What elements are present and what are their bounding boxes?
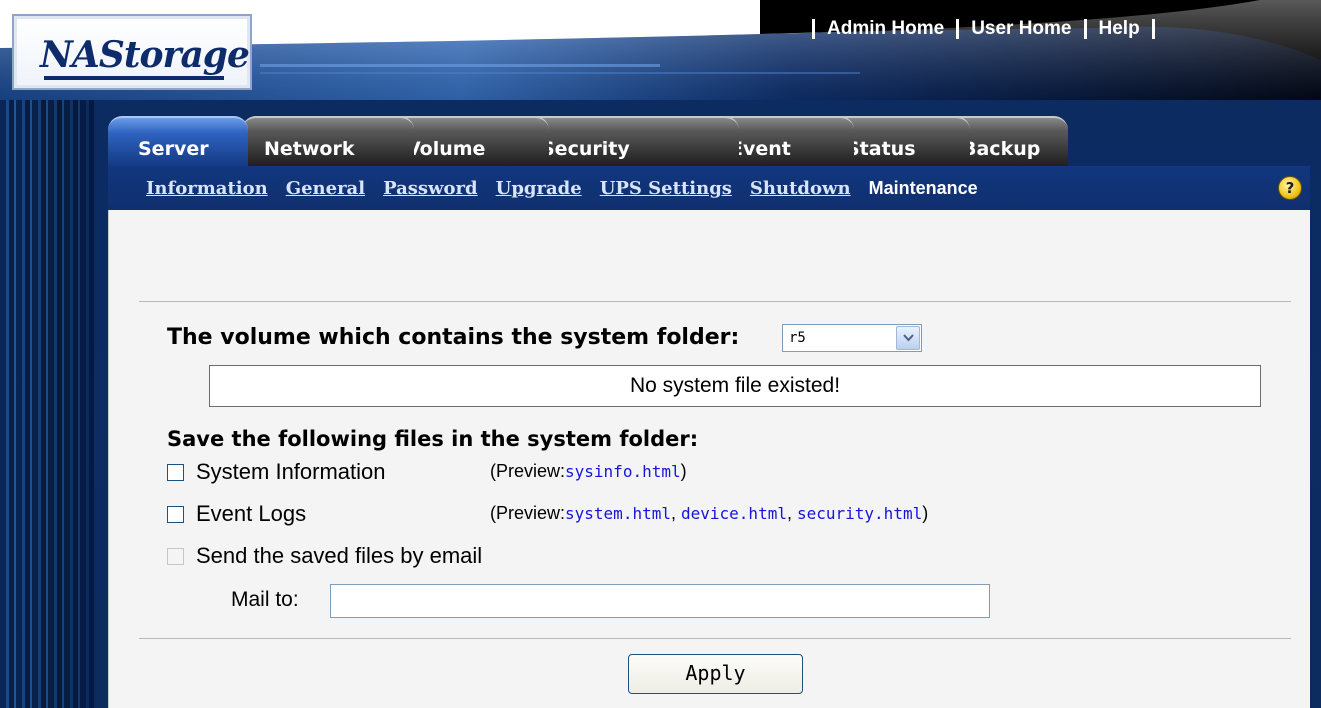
mail-to-label: Mail to:	[231, 588, 299, 611]
preview-link-device[interactable]: device.html	[681, 504, 787, 523]
separator	[812, 19, 815, 39]
header: NAStorage Admin Home User Home Help	[0, 0, 1321, 100]
left-stripe-shade	[0, 100, 94, 708]
tab-label: Backup	[962, 138, 1041, 160]
volume-select[interactable]: r5	[782, 324, 922, 352]
user-home-link[interactable]: User Home	[971, 18, 1071, 40]
tab-label: Event	[730, 138, 791, 160]
chevron-down-icon[interactable]	[896, 326, 920, 350]
subnav-password[interactable]: Password	[383, 178, 478, 199]
apply-button[interactable]: Apply	[628, 654, 803, 694]
option-label: System Information	[196, 459, 386, 484]
main-tabs: Backup Status Event Security Volume Netw…	[108, 116, 1068, 166]
admin-home-link[interactable]: Admin Home	[827, 18, 944, 40]
top-links: Admin Home User Home Help	[800, 14, 1167, 44]
preview-text: (Preview:sysinfo.html)	[490, 461, 687, 482]
tab-label: Status	[846, 138, 916, 160]
tab-label: Network	[264, 138, 355, 160]
tab-label: Volume	[406, 138, 486, 160]
tab-network[interactable]: Network	[242, 116, 414, 166]
separator	[1083, 19, 1087, 39]
subnav-information[interactable]: Information	[146, 178, 268, 199]
option-send-email: Send the saved files by email	[167, 542, 867, 570]
volume-label: The volume which contains the system fol…	[167, 325, 740, 350]
tab-security[interactable]: Security	[519, 116, 739, 166]
subnav-ups-settings[interactable]: UPS Settings	[600, 178, 732, 199]
subnav: Information General Password Upgrade UPS…	[108, 166, 1310, 210]
tab-label: Server	[138, 138, 209, 160]
mail-to-input[interactable]	[330, 584, 990, 618]
logo: NAStorage	[12, 14, 252, 90]
tab-label: Security	[541, 138, 630, 160]
divider	[139, 638, 1291, 639]
help-icon[interactable]: ?	[1278, 176, 1302, 200]
preview-prefix: (Preview:	[490, 503, 566, 523]
preview-link-sysinfo[interactable]: sysinfo.html	[565, 462, 681, 481]
preview-link-security[interactable]: security.html	[797, 504, 922, 523]
option-label: Event Logs	[196, 501, 307, 526]
subnav-maintenance[interactable]: Maintenance	[869, 178, 978, 199]
preview-suffix: )	[680, 461, 687, 481]
volume-select-value: r5	[789, 330, 806, 346]
status-message: No system file existed!	[209, 365, 1261, 407]
option-event-logs: Event Logs (Preview:system.html, device.…	[167, 500, 1267, 528]
send-email-checkbox	[167, 547, 184, 565]
subnav-shutdown[interactable]: Shutdown	[750, 178, 851, 199]
system-information-checkbox[interactable]	[167, 463, 184, 481]
tab-server[interactable]: Server	[108, 116, 248, 166]
option-label: Send the saved files by email	[196, 543, 483, 568]
preview-link-system[interactable]: system.html	[565, 504, 671, 523]
help-link[interactable]: Help	[1099, 18, 1140, 40]
separator	[956, 19, 960, 39]
preview-text: (Preview:system.html, device.html, secur…	[490, 503, 929, 523]
subnav-general[interactable]: General	[286, 178, 365, 199]
maintenance-panel: The volume which contains the system fol…	[108, 210, 1310, 708]
logo-text: NAStorage	[40, 34, 250, 76]
save-files-label: Save the following files in the system f…	[167, 427, 699, 451]
separator	[1151, 19, 1155, 39]
subnav-upgrade[interactable]: Upgrade	[496, 178, 582, 199]
preview-suffix: )	[922, 503, 929, 523]
logo-underline	[44, 76, 224, 80]
divider	[139, 301, 1291, 302]
preview-prefix: (Preview:	[490, 461, 566, 481]
option-system-information: System Information (Preview:sysinfo.html…	[167, 458, 1267, 486]
event-logs-checkbox[interactable]	[167, 505, 184, 523]
